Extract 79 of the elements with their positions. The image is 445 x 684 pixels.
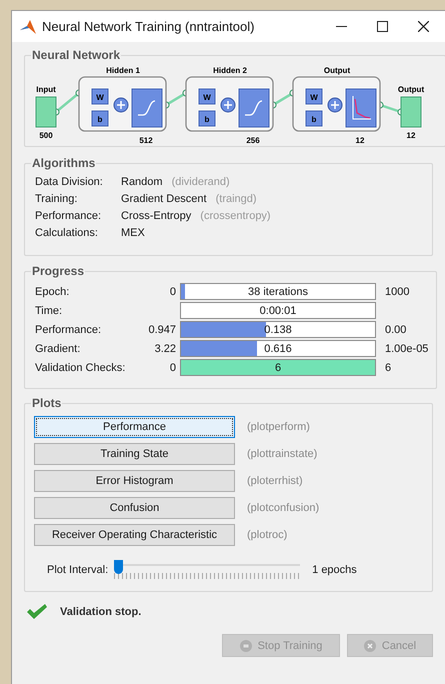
panel-title: Neural Network xyxy=(32,48,120,62)
function-name: (plottrainstate) xyxy=(247,447,318,461)
stop-icon xyxy=(240,640,252,652)
function-name: (plotroc) xyxy=(247,528,288,542)
plot-button[interactable]: Error Histogram xyxy=(34,470,235,492)
function-name: (traingd) xyxy=(216,192,257,206)
end-value: 1.00e-05 xyxy=(384,342,428,356)
output-node xyxy=(400,96,422,128)
function-name: (dividerand) xyxy=(172,175,230,189)
algorithm-label: Performance: xyxy=(35,209,102,223)
app-logo-icon xyxy=(20,20,36,34)
transfer-block xyxy=(238,88,270,128)
layer-size: 12 xyxy=(356,136,364,145)
bar-reading: 38 iterations xyxy=(248,284,308,298)
input-size: 500 xyxy=(39,131,53,140)
function-name: (ploterrhist) xyxy=(247,474,303,488)
algorithm-label: Data Division: xyxy=(35,175,104,189)
algorithm-value: MEX xyxy=(121,226,145,240)
sum-icon xyxy=(328,98,342,112)
progress-label: Validation Checks: xyxy=(35,360,126,374)
slider[interactable] xyxy=(114,560,300,580)
slider-thumb[interactable] xyxy=(114,560,124,574)
plot-button[interactable]: Performance xyxy=(34,416,235,438)
start-value: 0 xyxy=(168,360,176,374)
input-node xyxy=(36,96,56,128)
end-value: 0.00 xyxy=(384,322,408,336)
bar-chart-icon xyxy=(352,96,372,120)
bar-reading: 6 xyxy=(274,360,282,374)
sigmoid-curve-icon xyxy=(138,100,156,116)
start-value: 3.22 xyxy=(154,342,176,356)
end-value: 1000 xyxy=(384,284,410,298)
algorithm-value: Gradient Descent xyxy=(121,192,207,206)
window-title: Neural Network Training (nntraintool) xyxy=(42,20,254,34)
function-name: (plotperform) xyxy=(247,420,310,434)
cancel-icon xyxy=(364,640,376,652)
progress-label: Epoch: xyxy=(35,284,70,298)
layer-size: 512 xyxy=(139,136,153,145)
input-label: Input xyxy=(36,85,56,94)
output-size: 12 xyxy=(406,131,416,140)
panel-title: Plots xyxy=(32,396,62,410)
plot-button[interactable]: Confusion xyxy=(34,497,235,519)
algorithm-value: Random xyxy=(121,175,163,189)
weight-block: W xyxy=(198,88,216,104)
output-label: Output xyxy=(398,85,424,94)
algorithm-label: Training: xyxy=(35,192,78,206)
sigmoid-curve-icon xyxy=(245,100,262,116)
function-name: (crossentropy) xyxy=(200,209,271,223)
layer-label: Output xyxy=(324,66,350,75)
sum-icon xyxy=(114,98,128,112)
minimize-icon[interactable] xyxy=(336,26,347,28)
sum-icon xyxy=(220,98,236,112)
slider-reading: 1 epochs xyxy=(312,563,357,577)
weight-block: W xyxy=(306,88,322,104)
bias-block: b xyxy=(92,110,108,126)
bar-reading: 0.616 xyxy=(264,342,292,356)
progress-label: Time: xyxy=(35,304,64,318)
transfer-block xyxy=(132,88,162,128)
end-value: 6 xyxy=(384,360,392,374)
algorithm-value: Cross-Entropy xyxy=(121,209,192,223)
plot-button[interactable]: Receiver Operating Characteristic xyxy=(34,524,235,546)
panel-title: Algorithms xyxy=(32,156,96,170)
bias-block: b xyxy=(198,110,216,126)
algorithm-label: Calculations: xyxy=(35,226,99,240)
function-name: (plotconfusion) xyxy=(247,501,320,515)
status-message: Validation stop. xyxy=(60,605,142,619)
checkmark-icon xyxy=(26,604,48,620)
plot-button[interactable]: Training State xyxy=(34,443,235,465)
maximize-icon[interactable] xyxy=(377,21,388,32)
panel-title: Progress xyxy=(32,264,84,278)
bias-block: b xyxy=(306,110,322,126)
slider-label: Plot Interval: xyxy=(47,563,108,577)
transfer-block xyxy=(346,88,376,128)
layer-size: 256 xyxy=(246,136,260,145)
layer-label: Hidden 2 xyxy=(213,66,247,75)
start-value: 0.947 xyxy=(147,322,176,336)
weight-block: W xyxy=(92,88,108,104)
start-value: 0 xyxy=(168,284,176,298)
close-icon[interactable] xyxy=(418,21,429,32)
layer-label: Hidden 1 xyxy=(106,66,140,75)
